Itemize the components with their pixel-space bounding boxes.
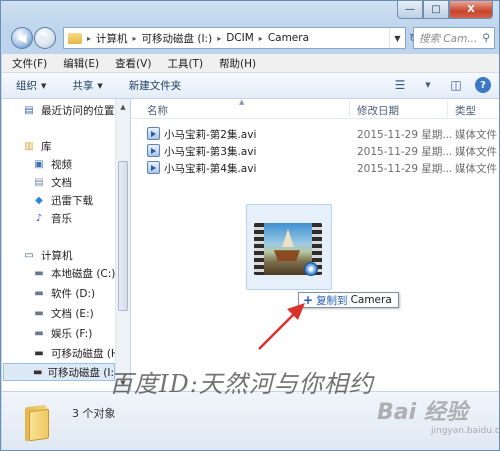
item-count: 3 个对象 — [72, 407, 116, 420]
baidu-logo: Bai 经验 — [377, 400, 468, 425]
watermark-site: jingyan.baidu.com — [431, 426, 500, 436]
watermark-text: 百度ID:天然河与你相约 — [109, 370, 374, 398]
folder-icon — [23, 404, 51, 442]
explorer-window: — □ X ◀ ▶ ▸ 计算机 ▸ 可移动磁盘 (I:) ▸ DCIM ▸ Ca… — [0, 0, 500, 451]
